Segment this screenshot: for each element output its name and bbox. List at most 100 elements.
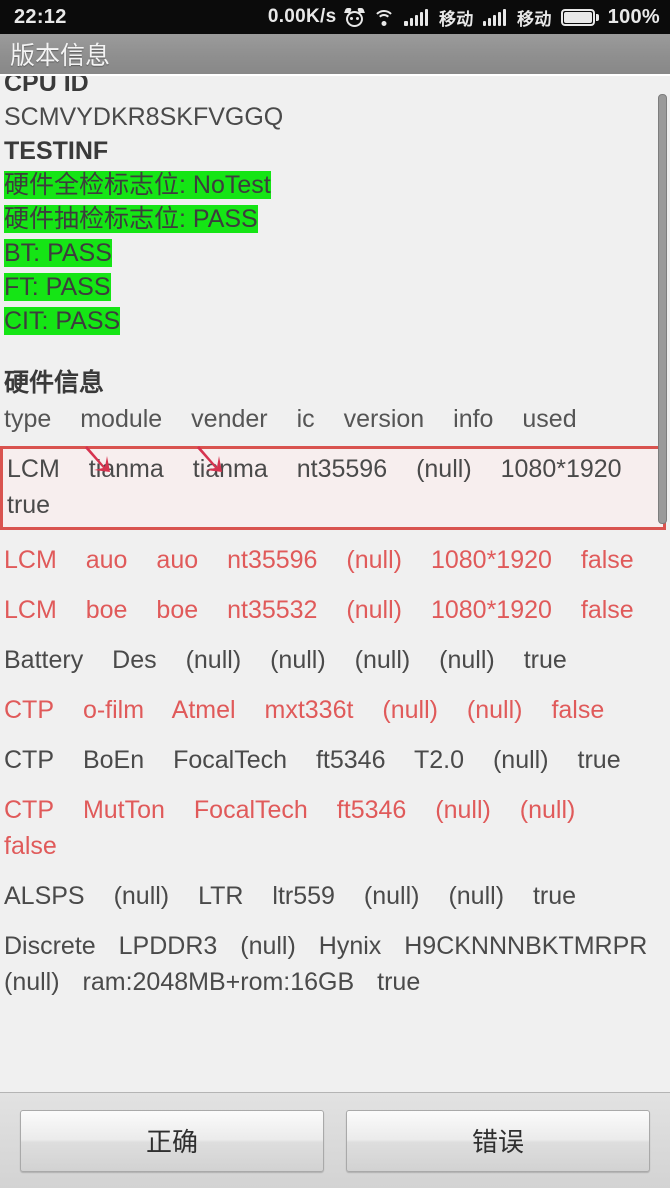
table-row-battery-des[interactable]: Battery Des (null) (null) (null) (null) … xyxy=(4,642,670,678)
cell-vender: LTR xyxy=(198,882,244,910)
cell-ic: Hynix xyxy=(318,932,382,960)
cell-type: ALSPS xyxy=(4,882,85,910)
table-header-used: used xyxy=(522,405,577,433)
cell-ic: (null) xyxy=(270,646,326,674)
table-row-lcm-auo[interactable]: LCM auo auo nt35596 (null) 1080*1920 fal… xyxy=(4,542,670,578)
cell-ic: ft5346 xyxy=(315,746,386,774)
highlighted-row-annotation-box: LCM tianma tianma nt35596 (null) 1080*19… xyxy=(0,446,666,530)
test-flag-hw-full-text: 硬件全检标志位: NoTest xyxy=(4,171,271,199)
test-flag-cit-text: CIT: PASS xyxy=(4,307,121,335)
cell-info: (null) xyxy=(492,746,549,774)
cell-used: true xyxy=(377,968,421,996)
table-row-ctp-mutton[interactable]: CTP MutTon FocalTech ft5346 (null) (null… xyxy=(4,792,670,864)
cell-ic: mxt336t xyxy=(264,696,354,724)
cell-used: false xyxy=(580,596,634,624)
cell-type: LCM xyxy=(7,455,60,483)
correct-button[interactable]: 正确 xyxy=(20,1109,324,1172)
cell-type: CTP xyxy=(4,696,54,724)
cell-type: CTP xyxy=(4,796,54,824)
cell-ic: nt35596 xyxy=(296,455,388,483)
cell-module: BoEn xyxy=(82,746,145,774)
cell-version: (null) xyxy=(346,546,402,574)
signal-bars-icon-sim2 xyxy=(482,8,508,26)
signal-bars-icon-sim1 xyxy=(404,8,429,26)
cell-info: 1080*1920 xyxy=(430,546,552,574)
test-flag-ft-text: FT: PASS xyxy=(4,273,111,301)
table-header-vender: vender xyxy=(191,405,268,433)
battery-icon xyxy=(560,8,599,26)
cell-module: tianma xyxy=(88,455,164,483)
cell-info: 1080*1920 xyxy=(500,455,622,483)
cell-module: auo xyxy=(85,546,128,574)
cell-used: true xyxy=(523,646,567,674)
test-flag-hw-sample: 硬件抽检标志位: PASS xyxy=(4,202,670,236)
table-row-discrete-lpddr3[interactable]: Discrete LPDDR3 (null) Hynix H9CKNNNBKTM… xyxy=(4,928,670,1000)
title-bar: 版本信息 xyxy=(0,34,670,76)
cell-info: (null) xyxy=(448,882,505,910)
alarm-clock-icon xyxy=(344,7,366,27)
cpu-id-value: SCMVYDKR8SKFVGGQ xyxy=(4,103,284,131)
test-flag-hw-full: 硬件全检标志位: NoTest xyxy=(4,168,670,202)
cell-module: boe xyxy=(85,596,128,624)
cell-ic: ltr559 xyxy=(272,882,335,910)
test-flag-bt-text: BT: PASS xyxy=(4,239,112,267)
cell-vender: (null) xyxy=(185,646,242,674)
testinf-label: TESTINF xyxy=(4,137,109,165)
cell-used: true xyxy=(532,882,577,910)
cell-info: ram:2048MB+rom:16GB xyxy=(82,968,355,996)
cell-module: o-film xyxy=(82,696,145,724)
cell-info: 1080*1920 xyxy=(430,596,552,624)
cell-module: Des xyxy=(112,646,157,674)
cell-vender: (null) xyxy=(240,932,296,960)
cell-used: false xyxy=(4,832,57,860)
info-scroll-area[interactable]: CPU ID SCMVYDKR8SKFVGGQ TESTINF 硬件全检标志位:… xyxy=(0,76,670,1092)
table-header-version: version xyxy=(343,405,425,433)
network-speed: 0.00K/s xyxy=(267,6,337,27)
cpu-id-label: CPU ID xyxy=(4,76,89,97)
cell-module: MutTon xyxy=(82,796,165,824)
cell-used: false xyxy=(580,546,634,574)
test-flag-bt: BT: PASS xyxy=(4,236,670,270)
table-row-ctp-boen[interactable]: CTP BoEn FocalTech ft5346 T2.0 (null) tr… xyxy=(4,742,670,778)
cell-version: T2.0 xyxy=(414,746,465,774)
table-header-row: type module vender ic version info used xyxy=(4,400,670,438)
wifi-icon xyxy=(373,9,396,26)
cell-null-extra: (null) xyxy=(4,968,60,996)
cell-ic: nt35596 xyxy=(227,546,318,574)
cell-module: (null) xyxy=(113,882,170,910)
page-title: 版本信息 xyxy=(10,42,111,70)
table-row-ctp-ofilm[interactable]: CTP o-film Atmel mxt336t (null) (null) f… xyxy=(4,692,670,728)
cell-vender: FocalTech xyxy=(193,796,308,824)
hardware-info-heading: 硬件信息 xyxy=(4,369,105,397)
cell-type: CTP xyxy=(4,746,54,774)
cell-vender: FocalTech xyxy=(173,746,288,774)
cell-type: LCM xyxy=(4,546,57,574)
battery-percent-label: 100% xyxy=(607,5,660,28)
cell-vender: auo xyxy=(156,546,199,574)
cell-version: (null) xyxy=(346,596,402,624)
cell-type: Battery xyxy=(4,646,84,674)
error-button[interactable]: 错误 xyxy=(346,1109,650,1172)
table-row-alsps[interactable]: ALSPS (null) LTR ltr559 (null) (null) tr… xyxy=(4,878,670,914)
cell-version: (null) xyxy=(363,882,420,910)
table-header-ic: ic xyxy=(296,405,315,433)
cell-info: (null) xyxy=(519,796,576,824)
table-row-lcm-tianma[interactable]: LCM tianma tianma nt35596 (null) 1080*19… xyxy=(7,451,663,523)
table-row-lcm-boe[interactable]: LCM boe boe nt35532 (null) 1080*1920 fal… xyxy=(4,592,670,628)
cell-vender: tianma xyxy=(192,455,268,483)
cell-vender: boe xyxy=(156,596,199,624)
test-flag-cit: CIT: PASS xyxy=(4,304,670,338)
table-header-type: type xyxy=(4,405,52,433)
cell-info: (null) xyxy=(439,646,495,674)
cell-type: LCM xyxy=(4,596,57,624)
cell-version: (null) xyxy=(382,696,438,724)
table-header-info: info xyxy=(453,405,494,433)
cell-ic: ft5346 xyxy=(336,796,407,824)
carrier-label-sim2: 移动 xyxy=(517,9,552,29)
vertical-scrollbar-thumb[interactable] xyxy=(658,94,667,524)
carrier-label-sim1: 移动 xyxy=(438,9,474,29)
cell-version: (null) xyxy=(354,646,411,674)
status-bar: 22:12 0.00K/s 移动 移动 100% xyxy=(0,0,670,34)
cell-info: (null) xyxy=(466,696,523,724)
table-header-module: module xyxy=(80,405,163,433)
